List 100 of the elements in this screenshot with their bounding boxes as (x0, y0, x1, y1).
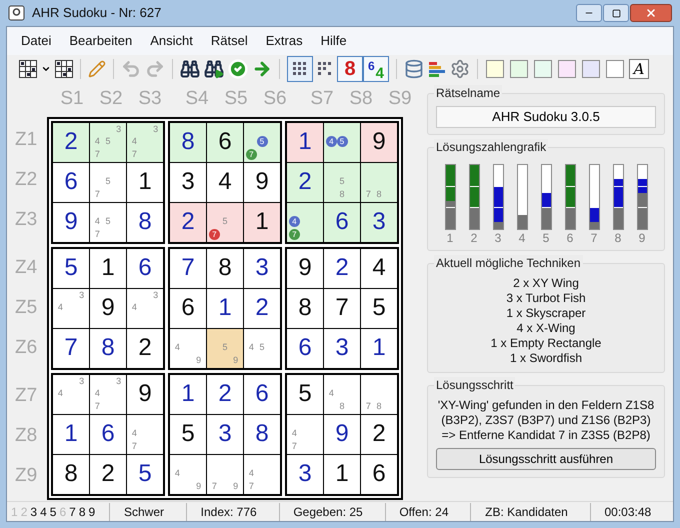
sudoku-cell[interactable]: 8 (170, 122, 206, 162)
close-button[interactable] (630, 4, 672, 22)
font-button[interactable]: A (629, 59, 649, 79)
sudoku-cell[interactable]: 7 (170, 248, 206, 288)
grid-icon[interactable] (19, 60, 37, 78)
sudoku-cell[interactable]: 1 (207, 288, 243, 328)
color-swatch[interactable] (558, 60, 576, 78)
sudoku-cell[interactable]: 1 (53, 414, 89, 454)
check-icon[interactable] (228, 59, 248, 79)
sudoku-cell[interactable]: 3 4 (53, 288, 89, 328)
sudoku-cell[interactable]: 6 (244, 374, 280, 414)
sudoku-cell[interactable]: 5 (53, 248, 89, 288)
menu-item[interactable]: Extras (266, 31, 303, 51)
sudoku-cell[interactable]: 6 (361, 454, 397, 494)
puzzle-name-field[interactable]: AHR Sudoku 3.0.5 (436, 106, 656, 128)
sudoku-cell[interactable]: 9 (127, 374, 163, 414)
sudoku-cell[interactable]: 3 4 7 (90, 374, 126, 414)
sudoku-cell[interactable]: 1 (170, 374, 206, 414)
sudoku-cell[interactable]: 5 (127, 454, 163, 494)
sudoku-cell[interactable]: 8 (287, 288, 323, 328)
sudoku-cell[interactable]: 6 (207, 122, 243, 162)
value-mode-button[interactable]: 8 (337, 56, 363, 82)
sudoku-cell[interactable]: 3 4 (53, 374, 89, 414)
sudoku-cell[interactable]: 6 (324, 202, 360, 242)
database-icon[interactable] (404, 59, 424, 79)
sudoku-cell[interactable]: 7 (324, 288, 360, 328)
color-swatch[interactable] (510, 60, 528, 78)
sudoku-cell[interactable]: 2 (287, 162, 323, 202)
grid-icon[interactable] (55, 60, 73, 78)
sudoku-cell[interactable]: 5 (287, 374, 323, 414)
sudoku-cell[interactable]: 6 (170, 288, 206, 328)
sudoku-cell[interactable]: 1 (90, 248, 126, 288)
color-swatch[interactable] (582, 60, 600, 78)
sudoku-cell[interactable]: 3 (287, 454, 323, 494)
sudoku-cell[interactable]: 3 (324, 328, 360, 368)
sudoku-cell[interactable]: 6 (127, 248, 163, 288)
sudoku-cell[interactable]: 9 (287, 248, 323, 288)
pencil-icon[interactable] (88, 60, 106, 78)
bar-chart-icon[interactable] (428, 60, 446, 78)
sudoku-cell[interactable]: 5 7 (207, 202, 243, 242)
sudoku-cell[interactable]: 8 (127, 202, 163, 242)
sudoku-cell[interactable]: 2 (244, 288, 280, 328)
menu-item[interactable]: Ansicht (150, 31, 193, 51)
sudoku-cell[interactable]: 8 (90, 328, 126, 368)
sudoku-cell[interactable]: 3 (207, 414, 243, 454)
sudoku-cell[interactable]: 2 (90, 454, 126, 494)
maximize-button[interactable] (603, 4, 629, 22)
sudoku-cell[interactable]: 4 9 (170, 454, 206, 494)
sudoku-cell[interactable]: 1 (244, 202, 280, 242)
color-swatch[interactable] (534, 60, 552, 78)
candidate-subset-icon[interactable] (317, 60, 333, 78)
color-swatch[interactable] (486, 60, 504, 78)
menu-item[interactable]: Bearbeiten (69, 31, 132, 51)
sudoku-cell[interactable]: 4 (361, 248, 397, 288)
sudoku-cell[interactable]: 8 (53, 454, 89, 494)
sudoku-cell[interactable]: 2 (324, 248, 360, 288)
sudoku-cell[interactable]: 6 (287, 328, 323, 368)
sudoku-cell[interactable]: 6 (53, 162, 89, 202)
sudoku-cell[interactable]: 1 (287, 122, 323, 162)
menu-item[interactable]: Datei (21, 31, 52, 51)
sudoku-cell[interactable]: 3 (244, 248, 280, 288)
sudoku-cell[interactable]: 8 (207, 248, 243, 288)
sudoku-cell[interactable]: 7 (53, 328, 89, 368)
menu-item[interactable]: Rätsel (210, 31, 248, 51)
sudoku-cell[interactable]: 9 (90, 288, 126, 328)
sudoku-cell[interactable]: 6 (90, 414, 126, 454)
dropdown-caret-icon[interactable] (41, 64, 51, 74)
sudoku-cell[interactable]: 4 8 (324, 374, 360, 414)
sudoku-cell[interactable]: 4 (207, 162, 243, 202)
sudoku-cell[interactable]: 4 7 (287, 202, 323, 242)
binoculars-icon[interactable] (180, 59, 200, 79)
sudoku-cell[interactable]: 2 (207, 374, 243, 414)
sudoku-cell[interactable]: 5 7 (244, 122, 280, 162)
sudoku-cell[interactable]: 2 (53, 122, 89, 162)
sudoku-cell[interactable]: 7 8 (361, 374, 397, 414)
sudoku-cell[interactable]: 3 (170, 162, 206, 202)
menu-item[interactable]: Hilfe (320, 31, 347, 51)
sudoku-cell[interactable]: 4 5 (324, 122, 360, 162)
sudoku-cell[interactable]: 5 (170, 414, 206, 454)
sudoku-cell[interactable]: 8 (244, 414, 280, 454)
sudoku-cell[interactable]: 3 (361, 202, 397, 242)
sudoku-cell[interactable]: 9 (53, 202, 89, 242)
sudoku-cell[interactable]: 9 (324, 414, 360, 454)
sudoku-cell[interactable]: 9 (244, 162, 280, 202)
sudoku-cell[interactable]: 1 (361, 328, 397, 368)
sudoku-cell[interactable]: 2 (127, 328, 163, 368)
sudoku-cell[interactable]: 3 4 (127, 288, 163, 328)
sudoku-cell[interactable]: 2 (170, 202, 206, 242)
sudoku-cell[interactable]: 5 (361, 288, 397, 328)
sudoku-cell[interactable]: 7 9 (207, 454, 243, 494)
candidate-grid-icon[interactable] (287, 56, 313, 82)
sudoku-cell[interactable]: 4 9 (170, 328, 206, 368)
sudoku-cell[interactable]: 2 (361, 414, 397, 454)
color-swatch[interactable] (606, 60, 624, 78)
execute-step-button[interactable]: Lösungsschritt ausführen (436, 448, 656, 470)
sudoku-cell[interactable]: 9 (361, 122, 397, 162)
binoculars-play-icon[interactable] (204, 59, 224, 79)
settings-icon[interactable] (450, 59, 470, 79)
sudoku-cell[interactable]: 1 (127, 162, 163, 202)
sudoku-cell[interactable]: 1 (324, 454, 360, 494)
